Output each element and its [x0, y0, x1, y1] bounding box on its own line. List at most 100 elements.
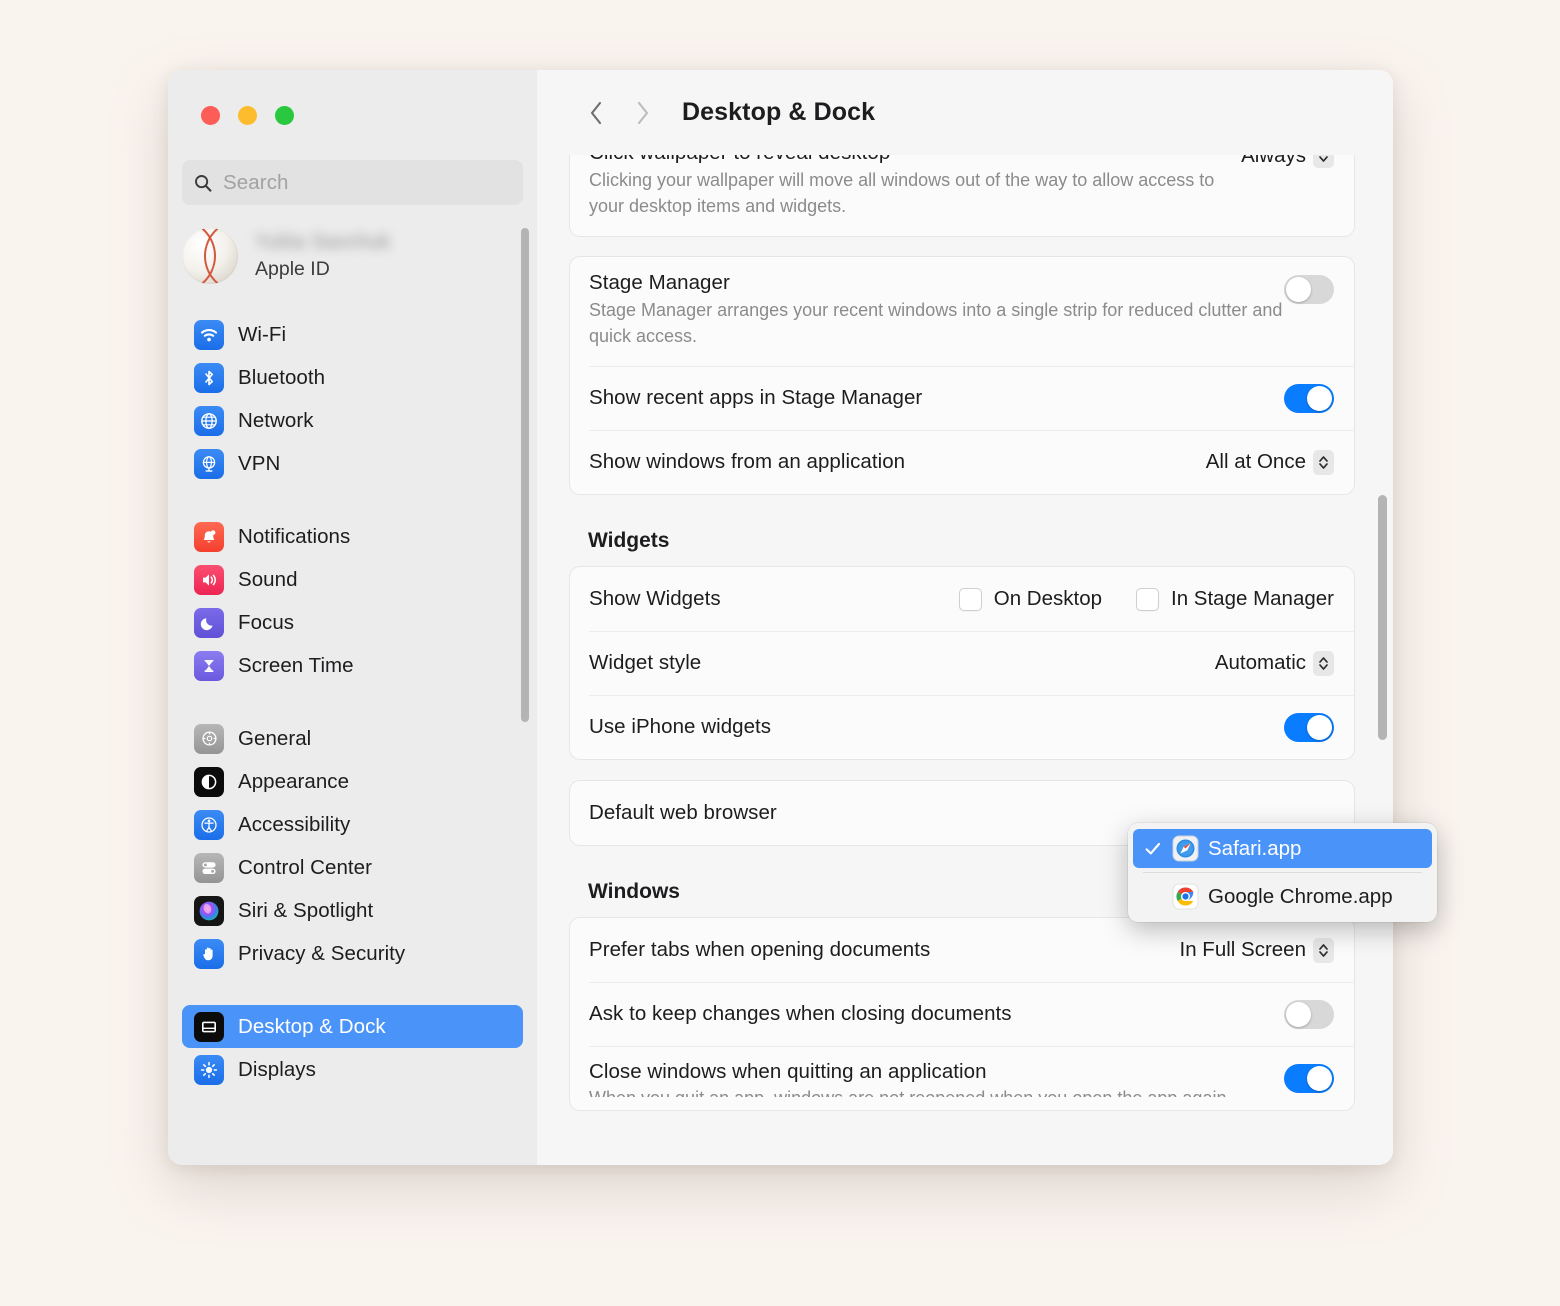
row-description: Clicking your wallpaper will move all wi…	[589, 170, 1215, 216]
row-label: Show recent apps in Stage Manager	[589, 386, 923, 410]
account-name: Yuliia Savchuk	[255, 231, 391, 253]
sidebar-item-screen-time[interactable]: Screen Time	[182, 644, 523, 687]
prefer-tabs-popup[interactable]: In Full Screen	[1179, 937, 1334, 963]
content-pane: Desktop & Dock Click wallpaper to reveal…	[537, 70, 1393, 1165]
close-windows-quitting-toggle[interactable]	[1284, 1064, 1334, 1094]
widgets-card: Show Widgets On Desktop In Stage Manager…	[569, 566, 1355, 761]
sidebar-item-label: Privacy & Security	[238, 941, 406, 965]
hourglass-icon	[194, 650, 224, 681]
use-iphone-widgets-toggle[interactable]	[1284, 712, 1334, 742]
menu-item-safari[interactable]: Safari.app	[1133, 829, 1432, 868]
search-placeholder: Search	[223, 170, 289, 194]
forward-button[interactable]	[619, 90, 665, 136]
toolbar: Desktop & Dock	[537, 70, 1393, 155]
chevron-updown-icon	[1313, 937, 1334, 963]
bell-icon	[194, 521, 224, 552]
back-button[interactable]	[573, 90, 619, 136]
sidebar-item-label: Bluetooth	[238, 365, 326, 389]
close-button[interactable]	[201, 105, 220, 125]
moon-icon	[194, 607, 224, 638]
speaker-icon	[194, 564, 224, 595]
sidebar-item-wi-fi[interactable]: Wi-Fi	[182, 313, 523, 356]
sidebar-item-label: General	[238, 726, 312, 750]
row-description: Stage Manager arranges your recent windo…	[589, 300, 1283, 346]
row-prefer-tabs: Prefer tabs when opening documents In Fu…	[570, 918, 1354, 982]
sidebar-item-displays[interactable]: Displays	[182, 1048, 523, 1091]
popup-value: In Full Screen	[1179, 938, 1306, 962]
zoom-button[interactable]	[275, 105, 294, 125]
show-recent-apps-toggle[interactable]	[1284, 383, 1334, 413]
search-icon	[194, 174, 212, 192]
sidebar-group-system: Notifications Sound Focus Screen Time	[168, 515, 537, 687]
sidebar-item-network[interactable]: Network	[182, 399, 523, 442]
gear-icon	[194, 723, 224, 754]
bluetooth-icon	[194, 362, 224, 393]
sidebar-item-general[interactable]: General	[182, 717, 523, 760]
chevron-updown-icon	[1313, 650, 1334, 676]
menu-item-label: Safari.app	[1208, 836, 1302, 860]
sidebar-item-siri-spotlight[interactable]: Siri & Spotlight	[182, 889, 523, 932]
sidebar-item-desktop-dock[interactable]: Desktop & Dock	[182, 1005, 523, 1048]
checkbox-label: On Desktop	[993, 587, 1103, 611]
sidebar-group-hardware: Desktop & Dock Displays	[168, 1005, 537, 1091]
widget-style-popup[interactable]: Automatic	[1215, 650, 1334, 676]
appearance-icon	[194, 766, 224, 797]
content-scrollbar[interactable]	[1378, 495, 1387, 740]
row-close-windows-quitting: Close windows when quitting an applicati…	[570, 1046, 1354, 1110]
on-desktop-checkbox[interactable]	[958, 587, 982, 611]
checkmark-icon	[1143, 842, 1163, 856]
popup-value: All at Once	[1205, 450, 1306, 474]
sidebar-item-sound[interactable]: Sound	[182, 558, 523, 601]
sidebar-item-focus[interactable]: Focus	[182, 601, 523, 644]
menu-item-label: Google Chrome.app	[1208, 884, 1393, 908]
sidebar-item-control-center[interactable]: Control Center	[182, 846, 523, 889]
in-stage-manager-checkbox[interactable]	[1136, 587, 1160, 611]
sidebar-item-label: VPN	[238, 451, 281, 475]
row-use-iphone-widgets: Use iPhone widgets	[570, 695, 1354, 759]
sidebar-item-notifications[interactable]: Notifications	[182, 515, 523, 558]
sidebar-item-label: Screen Time	[238, 653, 354, 677]
row-show-windows-from-app: Show windows from an application All at …	[570, 430, 1354, 494]
default-browser-dropdown-menu: Safari.app Google Chrome.app	[1128, 823, 1437, 922]
stage-manager-toggle[interactable]	[1284, 275, 1334, 305]
sidebar-item-label: Displays	[238, 1057, 316, 1081]
system-settings-window: Search Yuliia Savchuk Apple ID Wi-Fi Blu…	[168, 70, 1393, 1165]
search-input[interactable]: Search	[182, 160, 523, 205]
account-subtitle: Apple ID	[255, 258, 330, 280]
sidebar-item-appearance[interactable]: Appearance	[182, 760, 523, 803]
accessibility-icon	[194, 809, 224, 840]
row-widget-style: Widget style Automatic	[570, 631, 1354, 695]
minimize-button[interactable]	[238, 105, 257, 125]
widgets-section-title: Widgets	[588, 529, 670, 553]
sidebar-item-label: Control Center	[238, 855, 373, 879]
row-label: Use iPhone widgets	[589, 715, 772, 739]
show-widgets-on-desktop-option[interactable]: On Desktop	[958, 587, 1103, 611]
desktop-dock-icon	[194, 1011, 224, 1042]
row-label: Prefer tabs when opening documents	[589, 938, 931, 962]
traffic-light-buttons	[168, 70, 537, 160]
sidebar-item-label: Siri & Spotlight	[238, 898, 374, 922]
sidebar-item-vpn[interactable]: VPN	[182, 442, 523, 485]
sidebar-item-privacy-security[interactable]: Privacy & Security	[182, 932, 523, 975]
sidebar-item-label: Network	[238, 408, 314, 432]
row-label: Default web browser	[589, 801, 777, 825]
siri-icon	[194, 895, 224, 926]
network-globe-icon	[194, 405, 224, 436]
ask-to-keep-changes-toggle[interactable]	[1284, 999, 1334, 1029]
checkbox-label: In Stage Manager	[1171, 587, 1334, 611]
sidebar-item-accessibility[interactable]: Accessibility	[182, 803, 523, 846]
show-widgets-in-stage-manager-option[interactable]: In Stage Manager	[1136, 587, 1334, 611]
sidebar-scrollbar[interactable]	[521, 228, 529, 722]
apple-id-account-row[interactable]: Yuliia Savchuk Apple ID	[168, 225, 537, 287]
sidebar-item-bluetooth[interactable]: Bluetooth	[182, 356, 523, 399]
row-show-recent-apps: Show recent apps in Stage Manager	[570, 366, 1354, 430]
sidebar-item-label: Wi-Fi	[238, 322, 287, 346]
stage-manager-card: Stage Manager Stage Manager arranges you…	[569, 256, 1355, 496]
row-ask-to-keep-changes: Ask to keep changes when closing documen…	[570, 982, 1354, 1046]
row-label: Show windows from an application	[589, 450, 906, 474]
sidebar-item-label: Focus	[238, 610, 295, 634]
show-windows-popup[interactable]: All at Once	[1205, 449, 1334, 475]
hand-icon	[194, 938, 224, 969]
menu-item-google-chrome[interactable]: Google Chrome.app	[1133, 877, 1432, 916]
safari-icon	[1172, 835, 1199, 862]
